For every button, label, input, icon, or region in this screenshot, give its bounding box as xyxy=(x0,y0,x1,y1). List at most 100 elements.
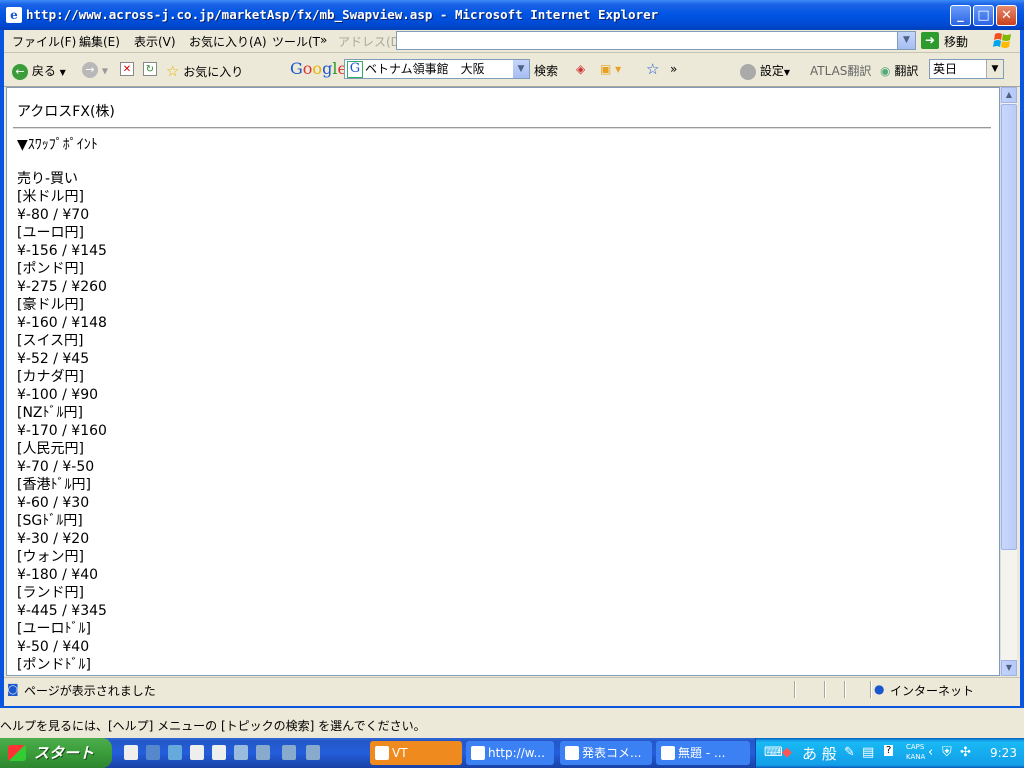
shield-icon xyxy=(375,746,389,760)
start-label: スタート xyxy=(34,744,95,762)
google-dropdown-icon[interactable]: ▼ xyxy=(513,60,529,78)
google-search-button[interactable]: 検索 xyxy=(534,62,558,79)
toolbar-more-chevron-icon[interactable]: » xyxy=(670,62,677,76)
pair-label: [ユーロﾄﾞﾙ] xyxy=(17,621,91,637)
task-ie[interactable]: http://w... xyxy=(466,741,554,765)
title-bar[interactable]: e http://www.across-j.co.jp/marketAsp/fx… xyxy=(0,0,1024,30)
tray-shield-icon[interactable]: ⛨ xyxy=(942,745,952,760)
sell-buy-label: 売り-買い xyxy=(17,171,79,187)
refresh-icon[interactable]: ↻ xyxy=(143,62,157,76)
quicklaunch-doc-icon[interactable] xyxy=(190,745,204,760)
swap-value: ¥-445 / ¥345 xyxy=(17,603,107,619)
translate-globe-icon: ◉ xyxy=(880,64,891,78)
menu-tools[interactable]: ツール(T xyxy=(272,33,320,50)
divider xyxy=(13,127,991,129)
menu-edit[interactable]: 編集(E) xyxy=(79,33,120,50)
pair-label: [豪ドル円] xyxy=(17,297,84,313)
ie-window: e http://www.across-j.co.jp/marketAsp/fx… xyxy=(0,0,1024,708)
quicklaunch-doc2-icon[interactable] xyxy=(212,745,226,760)
task-vt[interactable]: VT xyxy=(370,741,462,765)
quicklaunch-ie-icon[interactable] xyxy=(146,745,160,760)
maximize-button[interactable]: □ xyxy=(973,5,994,26)
menu-file[interactable]: ファイル(F) xyxy=(12,33,76,50)
address-label: アドレス(D) xyxy=(338,35,405,49)
language-select[interactable]: 英日 ▼ xyxy=(929,59,1004,79)
back-label: 戻る xyxy=(31,64,56,78)
scroll-up-icon[interactable]: ▲ xyxy=(1001,87,1017,103)
address-dropdown-icon[interactable]: ▼ xyxy=(897,32,915,49)
translate-button[interactable]: ◉ 翻訳 xyxy=(880,62,918,79)
menu-bar: ファイル(F) 編集(E) 表示(V) お気に入り(A) ツール(T » アドレ… xyxy=(4,30,1020,53)
tray-network-icon[interactable]: ✣ xyxy=(960,745,971,760)
caps-indicator: CAPS xyxy=(906,743,925,751)
swap-value: ¥-156 / ¥145 xyxy=(17,243,107,259)
ime-pad-icon[interactable]: ✎ xyxy=(844,745,855,760)
back-dropdown-icon[interactable]: ▼ xyxy=(60,68,66,77)
pair-label: [カナダ円] xyxy=(17,369,84,385)
task-label: http://w... xyxy=(488,746,545,760)
ie-icon xyxy=(471,746,485,760)
quicklaunch-notepad-icon[interactable] xyxy=(124,745,138,760)
windows-logo-icon xyxy=(993,33,1011,48)
quicklaunch-tool4-icon[interactable] xyxy=(306,745,320,760)
ime-dictionary-icon[interactable]: ▤ xyxy=(862,745,874,760)
swap-value: ¥-50 / ¥40 xyxy=(17,639,90,655)
pagerank-icon[interactable]: ◈ xyxy=(576,62,585,76)
back-button[interactable]: ← 戻る ▼ xyxy=(12,62,66,80)
quicklaunch-tool3-icon[interactable] xyxy=(282,745,296,760)
internet-globe-icon: ● xyxy=(874,682,885,696)
task-untitled[interactable]: 無題 - ... xyxy=(656,741,750,765)
google-g-icon[interactable]: G xyxy=(347,61,363,78)
google-search-input[interactable]: G ベトナム領事館 大阪 ▼ xyxy=(344,59,530,79)
pair-label: [人民元円] xyxy=(17,441,84,457)
settings-circle-icon xyxy=(740,63,756,80)
quicklaunch-app-icon[interactable] xyxy=(168,745,182,760)
caps-kana-indicator: CAPS KANA xyxy=(906,742,925,762)
start-button[interactable]: スタート xyxy=(0,738,112,768)
scroll-thumb[interactable] xyxy=(1001,104,1017,550)
ime-help-icon[interactable]: ? xyxy=(884,745,894,756)
task-word[interactable]: 発表コメ... xyxy=(560,741,652,765)
favorites-button[interactable]: ☆ お気に入り xyxy=(166,62,243,80)
go-button[interactable]: 移動 xyxy=(944,33,968,50)
go-arrow-icon[interactable]: ➜ xyxy=(921,32,939,49)
swap-value: ¥-100 / ¥90 xyxy=(17,387,99,403)
stop-icon[interactable]: ✕ xyxy=(120,62,134,76)
ime-mode[interactable]: あ 般 xyxy=(802,743,837,764)
pair-label: [香港ﾄﾞﾙ円] xyxy=(17,477,91,493)
minimize-button[interactable]: _ xyxy=(950,5,971,26)
page-done-icon: ◙ xyxy=(7,682,19,696)
language-dropdown-icon[interactable]: ▼ xyxy=(986,60,1003,78)
settings-button[interactable]: 設定▼ xyxy=(740,62,790,80)
scroll-down-icon[interactable]: ▼ xyxy=(1001,660,1017,676)
clock[interactable]: 9:23 xyxy=(990,746,1017,760)
word-doc-icon xyxy=(565,746,579,760)
popup-blocker-icon[interactable]: ▣ ▾ xyxy=(600,62,621,76)
bookmark-star-icon[interactable]: ☆ xyxy=(646,60,659,78)
close-button[interactable]: ✕ xyxy=(996,5,1017,26)
keyboard-icon[interactable]: ⌨ xyxy=(764,745,783,760)
tray-expand-icon[interactable]: ‹ xyxy=(928,745,933,760)
google-query: ベトナム領事館 大阪 xyxy=(365,62,485,76)
forward-button[interactable]: → ▼ xyxy=(82,62,108,78)
ie-icon: e xyxy=(6,7,22,23)
swap-value: ¥-80 / ¥70 xyxy=(17,207,90,223)
security-zone: インターネット xyxy=(890,684,975,698)
atlas-translate-label[interactable]: ATLAS翻訳 xyxy=(810,62,871,79)
forward-dropdown-icon[interactable]: ▼ xyxy=(102,67,108,76)
menu-view[interactable]: 表示(V) xyxy=(134,33,176,50)
quicklaunch-tool-icon[interactable] xyxy=(234,745,248,760)
pair-label: [ポンド円] xyxy=(17,261,84,277)
swap-point-heading: ▼ｽﾜｯﾌﾟﾎﾟｲﾝﾄ xyxy=(17,137,98,153)
ime-tool-icon[interactable]: ◆ xyxy=(782,745,792,760)
address-input[interactable]: ▼ xyxy=(396,31,916,50)
menu-favorites[interactable]: お気に入り(A) xyxy=(189,33,267,50)
status-text: ページが表示されました xyxy=(24,684,156,698)
quicklaunch-tool2-icon[interactable] xyxy=(256,745,270,760)
swap-value: ¥-180 / ¥40 xyxy=(17,567,99,583)
menu-more-chevron-icon[interactable]: » xyxy=(320,33,327,47)
vertical-scrollbar[interactable]: ▲ ▼ xyxy=(1000,87,1017,676)
swap-value: ¥-70 / ¥-50 xyxy=(17,459,95,475)
status-divider xyxy=(824,681,826,698)
pair-label: [米ドル円] xyxy=(17,189,84,205)
